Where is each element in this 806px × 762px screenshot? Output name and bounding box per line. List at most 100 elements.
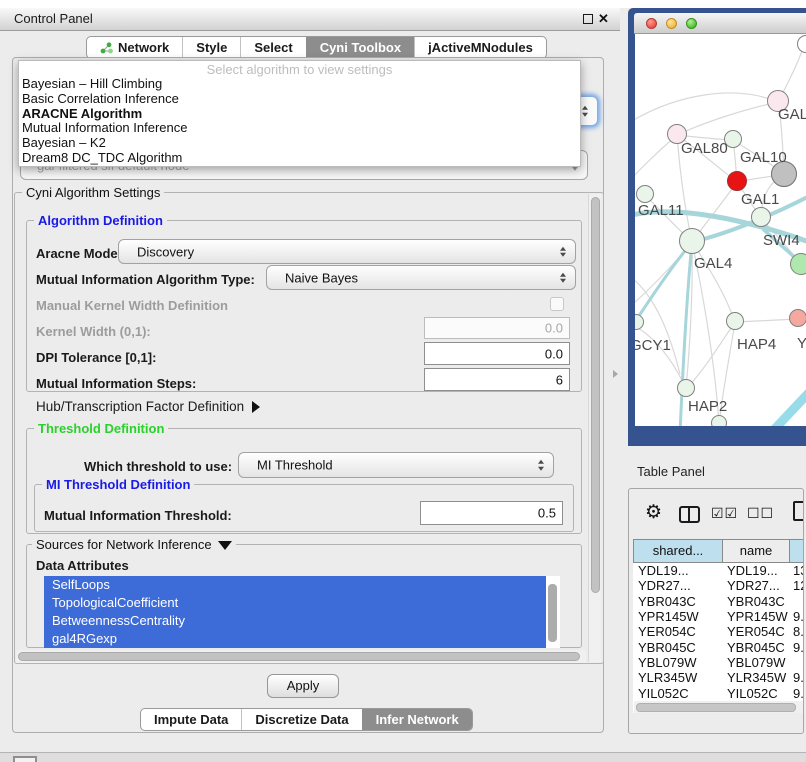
network-node-hap2[interactable] xyxy=(677,379,695,397)
attribute-item-topological[interactable]: TopologicalCoefficient xyxy=(44,594,546,612)
dropdown-item-dream8[interactable]: Dream8 DC_TDC Algorithm xyxy=(19,151,580,166)
node-label-gal10: GAL10 xyxy=(740,149,787,166)
settings-vertical-scrollbar[interactable] xyxy=(588,194,601,662)
tab-network[interactable]: Network xyxy=(87,37,182,58)
node-label-hap4: HAP4 xyxy=(737,336,776,353)
column-header-partial[interactable] xyxy=(789,539,804,563)
mi-algorithm-type-label: Mutual Information Algorithm Type: xyxy=(36,272,255,287)
table-panel-title: Table Panel xyxy=(637,464,705,479)
attribute-item-betweenness[interactable]: BetweennessCentrality xyxy=(44,612,546,630)
column-header-name[interactable]: name xyxy=(722,539,790,563)
dpi-tolerance-label: DPI Tolerance [0,1]: xyxy=(36,350,156,365)
algorithm-dropdown-popup: Select algorithm to view settings Bayesi… xyxy=(18,60,581,167)
apply-button[interactable]: Apply xyxy=(267,674,339,698)
column-selector-icon[interactable] xyxy=(679,506,700,523)
tab-style[interactable]: Style xyxy=(182,37,240,58)
table-horizontal-scrollbar[interactable] xyxy=(634,701,804,713)
mi-threshold-label: Mutual Information Threshold: xyxy=(44,508,232,523)
control-panel-tab-bar: Network Style Select Cyni Toolbox jActiv… xyxy=(86,36,547,59)
which-threshold-combo[interactable]: MI Threshold xyxy=(238,452,554,478)
tab-impute-data[interactable]: Impute Data xyxy=(141,709,241,730)
tab-jactivemnodules[interactable]: jActiveMNodules xyxy=(414,37,546,58)
tab-select[interactable]: Select xyxy=(240,37,305,58)
dropdown-item-aracne[interactable]: ARACNE Algorithm xyxy=(19,107,580,122)
tab-discretize-data[interactable]: Discretize Data xyxy=(241,709,361,730)
desktop-background xyxy=(0,0,806,8)
sources-group-title[interactable]: Sources for Network Inference xyxy=(32,537,236,552)
node-label-gal11: GAL11 xyxy=(638,202,684,219)
network-node[interactable] xyxy=(789,309,806,327)
dpi-tolerance-field[interactable]: 0.0 xyxy=(424,342,570,365)
mi-steps-label: Mutual Information Steps: xyxy=(36,376,196,391)
attributes-list-scrollbar[interactable] xyxy=(546,576,560,648)
combo-arrows-icon xyxy=(560,272,566,283)
network-canvas[interactable]: GAL GAL80 GAL10 GAL1 GAL11 SWI4 GAL4 GCY… xyxy=(635,34,806,426)
node-label: GAL xyxy=(778,106,806,123)
mi-threshold-definition-title: MI Threshold Definition xyxy=(42,477,194,492)
node-label-partial: Y xyxy=(797,335,806,352)
network-node[interactable] xyxy=(711,415,727,426)
settings-horizontal-scrollbar[interactable] xyxy=(16,650,586,663)
deselect-all-checkboxes-icon[interactable]: ☐☐ xyxy=(747,505,774,522)
panel-splitter-handle[interactable] xyxy=(613,370,618,378)
dropdown-item-bayesian-k2[interactable]: Bayesian – K2 xyxy=(19,136,580,151)
mi-steps-field[interactable]: 6 xyxy=(424,368,570,391)
tab-infer-network[interactable]: Infer Network xyxy=(362,709,472,730)
table-row: YPR145WYPR145W9. xyxy=(633,609,804,624)
node-label-gal1: GAL1 xyxy=(741,191,779,208)
control-panel-titlebar[interactable]: Control Panel ✕ xyxy=(0,8,620,31)
aracne-mode-combo[interactable]: Discovery xyxy=(118,239,576,264)
manual-kernel-width-checkbox[interactable] xyxy=(550,297,564,311)
dropdown-item-mutual-information[interactable]: Mutual Information Inference xyxy=(19,121,580,136)
combo-arrows-icon xyxy=(582,106,588,117)
attribute-item-gal4rgexp[interactable]: gal4RGexp xyxy=(44,630,546,648)
which-threshold-value: MI Threshold xyxy=(257,458,333,473)
table-panel: ⚙ ☑☑ ☐☐ shared... name YDL19...YDL19...1… xyxy=(628,488,804,734)
network-node[interactable] xyxy=(790,253,806,275)
data-attributes-label: Data Attributes xyxy=(36,558,129,573)
table-row: YBR043CYBR043C xyxy=(633,594,804,609)
table-row: YDR27...YDR27...12 xyxy=(633,578,804,593)
close-icon[interactable]: ✕ xyxy=(598,11,609,27)
node-label-gcy1: GCY1 xyxy=(635,337,671,354)
column-header-shared-name[interactable]: shared... xyxy=(633,539,723,563)
table-row: YBL079WYBL079W xyxy=(633,655,804,670)
algorithm-definition-title: Algorithm Definition xyxy=(34,213,167,228)
network-node-hap4[interactable] xyxy=(726,312,744,330)
network-window-titlebar[interactable] xyxy=(634,13,806,34)
kernel-width-field[interactable]: 0.0 xyxy=(424,317,570,339)
dropdown-item-basic-correlation[interactable]: Basic Correlation Inference xyxy=(19,92,580,107)
data-attributes-list[interactable]: SelfLoops TopologicalCoefficient Between… xyxy=(44,576,560,648)
dropdown-item-bayesian-hill[interactable]: Bayesian – Hill Climbing xyxy=(19,77,580,92)
aracne-mode-label: Aracne Mode: xyxy=(36,246,122,261)
attribute-item-selfloops[interactable]: SelfLoops xyxy=(44,576,546,594)
zoom-traffic-light-icon[interactable] xyxy=(686,18,697,29)
hub-definition-expander[interactable]: Hub/Transcription Factor Definition xyxy=(36,399,260,414)
threshold-definition-title: Threshold Definition xyxy=(34,421,168,436)
network-node-gal11[interactable] xyxy=(636,185,654,203)
combo-arrows-icon xyxy=(538,460,544,471)
minimize-traffic-light-icon[interactable] xyxy=(666,18,677,29)
table-rows[interactable]: YDL19...YDL19...13 YDR27...YDR27...12 YB… xyxy=(633,563,804,701)
collapse-triangle-icon[interactable] xyxy=(218,541,232,550)
float-window-icon[interactable] xyxy=(583,14,593,24)
mi-algorithm-type-combo[interactable]: Naive Bayes xyxy=(266,265,576,290)
control-panel-title: Control Panel xyxy=(14,8,93,30)
gear-icon[interactable]: ⚙ xyxy=(645,501,662,524)
expand-triangle-icon[interactable] xyxy=(252,401,260,413)
minimized-panel-button[interactable] xyxy=(13,756,37,762)
close-traffic-light-icon[interactable] xyxy=(646,18,657,29)
status-strip xyxy=(0,752,806,762)
mi-threshold-field[interactable]: 0.5 xyxy=(420,501,563,525)
dropdown-prompt: Select algorithm to view settings xyxy=(19,61,580,77)
network-node-gal1-selected[interactable] xyxy=(727,171,747,191)
table-row: YLR345WYLR345W9. xyxy=(633,670,804,685)
network-node[interactable] xyxy=(751,207,771,227)
combo-arrows-icon xyxy=(560,246,566,257)
node-label-gal4: GAL4 xyxy=(694,255,732,272)
select-all-checkboxes-icon[interactable]: ☑☑ xyxy=(711,505,738,522)
tab-cyni-toolbox[interactable]: Cyni Toolbox xyxy=(306,37,414,58)
node-table: shared... name YDL19...YDL19...13 YDR27.… xyxy=(633,539,804,713)
network-node-gal4[interactable] xyxy=(679,228,705,254)
export-table-icon[interactable] xyxy=(793,501,804,521)
